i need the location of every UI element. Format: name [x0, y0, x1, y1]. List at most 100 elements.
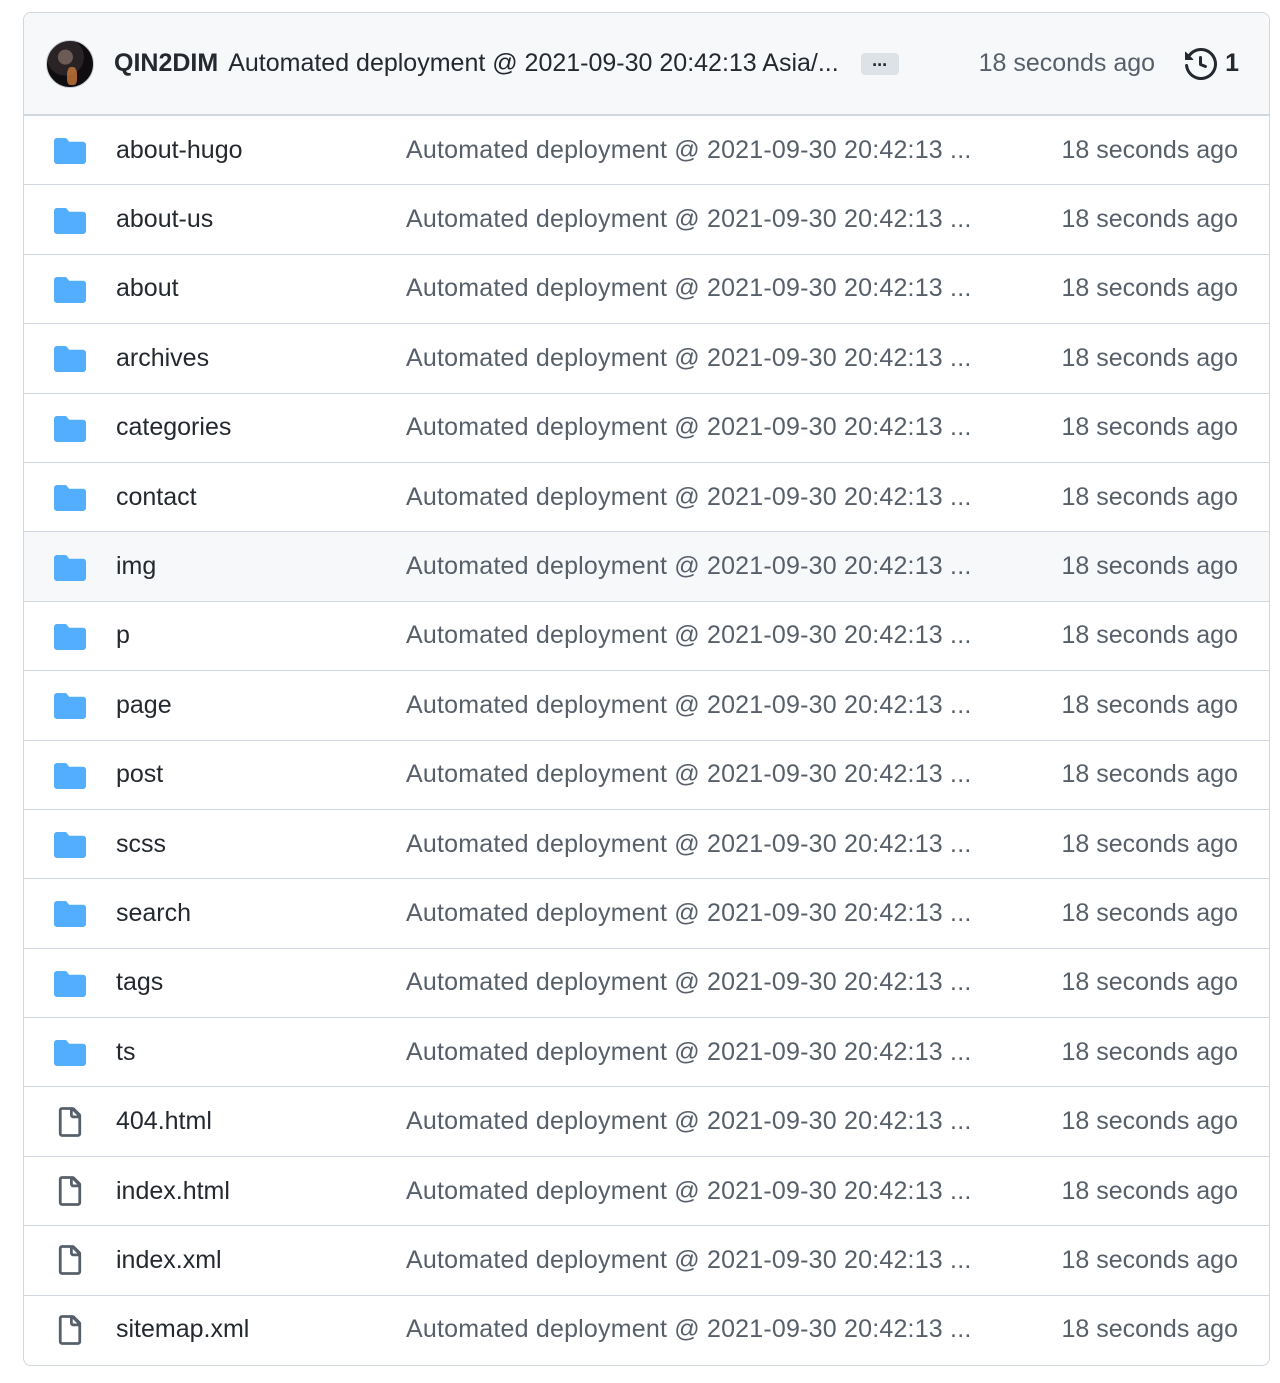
file-row[interactable]: sitemap.xml Automated deployment @ 2021-0… [24, 1294, 1269, 1364]
entry-commit-time: 18 seconds ago [1061, 343, 1238, 372]
file-icon [54, 1244, 86, 1276]
entry-commit-message-link[interactable]: Automated deployment @ 2021-09-30 20:42:… [406, 1246, 1026, 1275]
folder-icon [54, 273, 86, 305]
file-row[interactable]: about-hugo Automated deployment @ 2021-09… [24, 115, 1269, 184]
folder-icon [54, 759, 86, 791]
entry-name-link[interactable]: index.html [116, 1177, 406, 1206]
latest-commit-header: QIN2DIM Automated deployment @ 2021-09-3… [24, 13, 1269, 115]
avatar[interactable] [46, 39, 94, 88]
entry-commit-message-link[interactable]: Automated deployment @ 2021-09-30 20:42:… [406, 830, 1026, 859]
folder-icon [54, 901, 86, 928]
entry-commit-message-link[interactable]: Automated deployment @ 2021-09-30 20:42:… [406, 136, 1026, 165]
entry-name-link[interactable]: archives [116, 344, 406, 373]
folder-icon [54, 415, 86, 442]
entry-commit-time: 18 seconds ago [1061, 1245, 1238, 1274]
folder-icon [54, 481, 86, 513]
file-row[interactable]: scss Automated deployment @ 2021-09-30 20… [24, 808, 1269, 878]
file-row[interactable]: 404.html Automated deployment @ 2021-09-3… [24, 1086, 1269, 1155]
entry-name-link[interactable]: 404.html [116, 1107, 406, 1136]
entry-name-link[interactable]: ts [116, 1038, 406, 1067]
folder-icon [54, 1036, 86, 1068]
entry-name-link[interactable]: sitemap.xml [116, 1315, 406, 1344]
folder-icon [54, 828, 86, 860]
entry-name-link[interactable]: post [116, 760, 406, 789]
entry-commit-time: 18 seconds ago [1061, 552, 1238, 581]
file-icon [54, 1175, 86, 1207]
file-icon [58, 1245, 82, 1276]
entry-commit-message-link[interactable]: Automated deployment @ 2021-09-30 20:42:… [406, 413, 1026, 442]
entry-name-link[interactable]: tags [116, 968, 406, 997]
entry-commit-message-link[interactable]: Automated deployment @ 2021-09-30 20:42:… [406, 1038, 1026, 1067]
commit-message-link[interactable]: Automated deployment @ 2021-09-30 20:42:… [228, 49, 839, 78]
entry-name-link[interactable]: index.xml [116, 1246, 406, 1275]
folder-icon [54, 1040, 86, 1067]
entry-name-link[interactable]: about-hugo [116, 136, 406, 165]
entry-commit-time: 18 seconds ago [1061, 274, 1238, 303]
file-rows: about-hugo Automated deployment @ 2021-09… [24, 115, 1269, 1364]
entry-name-link[interactable]: about [116, 274, 406, 303]
folder-icon [54, 138, 86, 165]
file-row[interactable]: img Automated deployment @ 2021-09-30 20:… [24, 531, 1269, 601]
folder-icon [54, 346, 86, 373]
file-row[interactable]: about Automated deployment @ 2021-09-30 2… [24, 253, 1269, 323]
entry-commit-message-link[interactable]: Automated deployment @ 2021-09-30 20:42:… [406, 621, 1026, 650]
entry-commit-message-link[interactable]: Automated deployment @ 2021-09-30 20:42:… [406, 552, 1026, 581]
file-icon [54, 1314, 86, 1346]
commit-author-link[interactable]: QIN2DIM [114, 49, 218, 78]
entry-commit-time: 18 seconds ago [1061, 760, 1238, 789]
file-row[interactable]: contact Automated deployment @ 2021-09-30… [24, 461, 1269, 531]
entry-name-link[interactable]: page [116, 691, 406, 720]
folder-icon [54, 412, 86, 444]
file-row[interactable]: index.html Automated deployment @ 2021-09… [24, 1155, 1269, 1225]
file-row[interactable]: p Automated deployment @ 2021-09-30 20:42… [24, 600, 1269, 670]
entry-commit-message-link[interactable]: Automated deployment @ 2021-09-30 20:42:… [406, 274, 1026, 303]
entry-commit-message-link[interactable]: Automated deployment @ 2021-09-30 20:42:… [406, 899, 1026, 928]
folder-icon [54, 967, 86, 999]
entry-commit-message-link[interactable]: Automated deployment @ 2021-09-30 20:42:… [406, 344, 1026, 373]
commit-time[interactable]: 18 seconds ago [979, 49, 1156, 78]
expand-commit-message-button[interactable]: ... [860, 51, 899, 75]
entry-commit-message-link[interactable]: Automated deployment @ 2021-09-30 20:42:… [406, 483, 1026, 512]
entry-commit-time: 18 seconds ago [1061, 690, 1238, 719]
file-row[interactable]: tags Automated deployment @ 2021-09-30 20… [24, 947, 1269, 1017]
file-row[interactable]: page Automated deployment @ 2021-09-30 20… [24, 670, 1269, 739]
file-row[interactable]: categories Automated deployment @ 2021-09… [24, 392, 1269, 462]
entry-commit-message-link[interactable]: Automated deployment @ 2021-09-30 20:42:… [406, 968, 1026, 997]
folder-icon [54, 970, 86, 997]
entry-name-link[interactable]: img [116, 552, 406, 581]
entry-name-link[interactable]: p [116, 621, 406, 650]
commit-history-link[interactable]: 1 [1185, 47, 1239, 80]
entry-commit-time: 18 seconds ago [1061, 968, 1238, 997]
file-row[interactable]: ts Automated deployment @ 2021-09-30 20:4… [24, 1017, 1269, 1086]
file-icon [58, 1106, 82, 1137]
entry-name-link[interactable]: scss [116, 830, 406, 859]
entry-commit-message-link[interactable]: Automated deployment @ 2021-09-30 20:42:… [406, 691, 1026, 720]
entry-commit-message-link[interactable]: Automated deployment @ 2021-09-30 20:42:… [406, 1107, 1026, 1136]
file-row[interactable]: post Automated deployment @ 2021-09-30 20… [24, 739, 1269, 809]
entry-name-link[interactable]: search [116, 899, 406, 928]
file-row[interactable]: archives Automated deployment @ 2021-09-3… [24, 323, 1269, 392]
folder-icon [54, 554, 86, 581]
folder-icon [54, 620, 86, 652]
file-icon [58, 1314, 82, 1345]
entry-commit-message-link[interactable]: Automated deployment @ 2021-09-30 20:42:… [406, 1315, 1026, 1344]
entry-name-link[interactable]: about-us [116, 205, 406, 234]
entry-name-link[interactable]: categories [116, 413, 406, 442]
entry-commit-message-link[interactable]: Automated deployment @ 2021-09-30 20:42:… [406, 1177, 1026, 1206]
entry-name-link[interactable]: contact [116, 483, 406, 512]
entry-commit-message-link[interactable]: Automated deployment @ 2021-09-30 20:42:… [406, 205, 1026, 234]
entry-commit-time: 18 seconds ago [1061, 829, 1238, 858]
entry-commit-time: 18 seconds ago [1061, 1176, 1238, 1205]
folder-icon [54, 897, 86, 929]
entry-commit-message-link[interactable]: Automated deployment @ 2021-09-30 20:42:… [406, 760, 1026, 789]
entry-commit-time: 18 seconds ago [1061, 1037, 1238, 1066]
entry-commit-time: 18 seconds ago [1061, 482, 1238, 511]
file-row[interactable]: search Automated deployment @ 2021-09-30 … [24, 878, 1269, 947]
folder-icon [54, 623, 86, 650]
folder-icon [54, 207, 86, 234]
folder-icon [54, 134, 86, 166]
folder-icon [54, 551, 86, 583]
file-row[interactable]: index.xml Automated deployment @ 2021-09-… [24, 1225, 1269, 1294]
file-row[interactable]: about-us Automated deployment @ 2021-09-3… [24, 184, 1269, 253]
folder-icon [54, 832, 86, 859]
